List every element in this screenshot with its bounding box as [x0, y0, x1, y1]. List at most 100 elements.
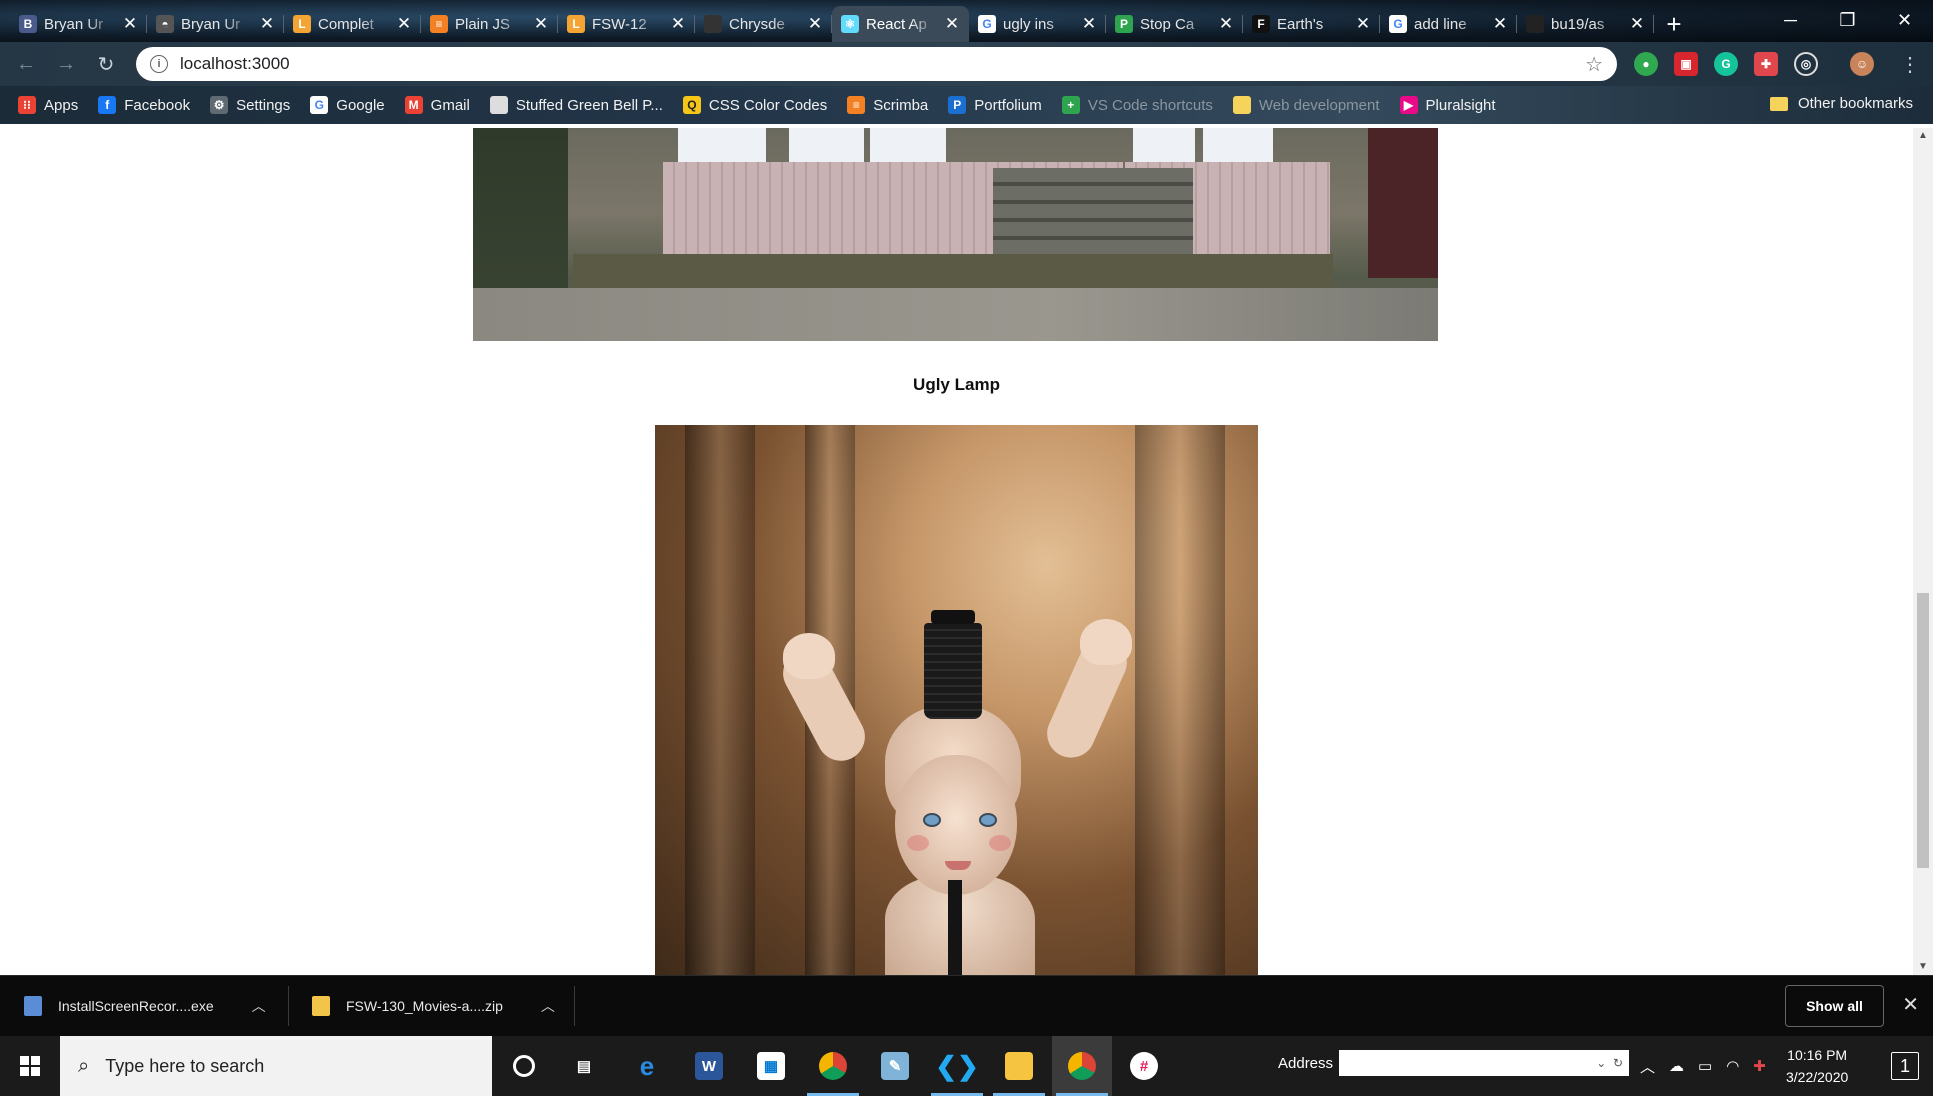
- taskbar-paint[interactable]: ✎: [865, 1036, 925, 1096]
- battery-icon[interactable]: ▭: [1698, 1057, 1712, 1075]
- other-bookmarks[interactable]: Other bookmarks: [1769, 95, 1913, 112]
- close-tab-icon[interactable]: ✕: [1218, 14, 1234, 34]
- start-button[interactable]: [0, 1036, 60, 1096]
- gear-icon: ⚙: [210, 96, 229, 114]
- browser-menu-icon[interactable]: ⋮: [1890, 52, 1930, 77]
- close-tab-icon[interactable]: ✕: [1492, 14, 1508, 34]
- task-view-button[interactable]: ▤: [554, 1036, 614, 1096]
- taskbar-chrome-profile[interactable]: [1052, 1036, 1112, 1096]
- tab-item[interactable]: Chrysde ✕: [695, 6, 832, 42]
- extension-red-icon[interactable]: ▣: [1674, 52, 1698, 76]
- page-scrollbar[interactable]: ▲ ▼: [1913, 128, 1933, 975]
- tab-item[interactable]: L FSW-12 ✕: [558, 6, 695, 42]
- minimize-icon[interactable]: ─: [1762, 0, 1819, 40]
- taskbar-vscode[interactable]: ❮❯: [927, 1036, 987, 1096]
- tab-item[interactable]: bu19/as ✕: [1517, 6, 1654, 42]
- bookmark-item[interactable]: ⚙ Settings: [210, 96, 290, 114]
- close-tab-icon[interactable]: ✕: [533, 14, 549, 34]
- close-tab-icon[interactable]: ✕: [944, 14, 960, 34]
- taskbar-word[interactable]: W: [679, 1036, 739, 1096]
- taskbar-edge[interactable]: e: [617, 1036, 677, 1096]
- bookmark-item[interactable]: f Facebook: [98, 96, 190, 114]
- bookmark-item[interactable]: P Portfolium: [948, 96, 1042, 114]
- close-tab-icon[interactable]: ✕: [396, 14, 412, 34]
- taskbar-clock[interactable]: 10:16 PM 3/22/2020: [1786, 1044, 1848, 1088]
- address-input[interactable]: ⌄ ↻: [1339, 1050, 1630, 1076]
- cortana-icon: [513, 1055, 535, 1077]
- new-tab-button[interactable]: +: [1654, 6, 1694, 42]
- site-info-icon[interactable]: i: [150, 55, 168, 73]
- clock-time: 10:16 PM: [1787, 1047, 1848, 1063]
- close-icon[interactable]: ✕: [1902, 992, 1919, 1017]
- bookmark-item[interactable]: Q CSS Color Codes: [682, 96, 827, 114]
- onedrive-icon[interactable]: ☁: [1669, 1057, 1684, 1075]
- bookmark-label: Facebook: [124, 96, 191, 114]
- restore-icon[interactable]: ❐: [1819, 0, 1876, 40]
- close-tab-icon[interactable]: ✕: [122, 14, 138, 34]
- close-tab-icon[interactable]: ✕: [1081, 14, 1097, 34]
- tab-item[interactable]: B Bryan Ur ✕: [10, 6, 147, 42]
- bookmark-item[interactable]: M Gmail: [404, 96, 470, 114]
- taskbar-slack[interactable]: #: [1114, 1036, 1174, 1096]
- tab-item[interactable]: Gadd line ✕: [1380, 6, 1517, 42]
- bookmark-item[interactable]: ≡ Scrimba: [847, 96, 928, 114]
- folder-icon: [1232, 96, 1251, 114]
- bookmark-star-icon[interactable]: ☆: [1585, 52, 1603, 77]
- taskbar-chrome[interactable]: [803, 1036, 863, 1096]
- chevron-up-icon[interactable]: ︿: [252, 996, 266, 1016]
- reload-button[interactable]: ↻: [86, 52, 126, 77]
- forward-button[interactable]: →: [46, 53, 86, 76]
- bookmark-label: Gmail: [430, 96, 470, 114]
- tab-item[interactable]: F Earth's ✕: [1243, 6, 1380, 42]
- taskbar-search[interactable]: ⌕ Type here to search: [60, 1036, 492, 1096]
- tab-item[interactable]: ⚛ React Ap ✕: [832, 6, 969, 42]
- close-tab-icon[interactable]: ✕: [259, 14, 275, 34]
- scroll-down-icon[interactable]: ▼: [1913, 959, 1933, 975]
- download-item[interactable]: InstallScreenRecor....exe ︿: [24, 976, 266, 1036]
- close-tab-icon[interactable]: ✕: [1355, 14, 1371, 34]
- extension-puzzle-icon[interactable]: ✚: [1754, 52, 1778, 76]
- chevron-up-icon[interactable]: ︿: [541, 996, 555, 1016]
- tab-strip: B Bryan Ur ✕ ◓ Bryan Ur ✕ L Complet ✕ ≡ Plain JS ✕ L…: [0, 0, 1933, 42]
- bookmark-item[interactable]: + VS Code shortcuts: [1061, 96, 1213, 114]
- profile-avatar[interactable]: ☺: [1850, 52, 1874, 76]
- store-icon: ▦: [757, 1052, 785, 1080]
- bookmark-item[interactable]: Web development: [1232, 96, 1380, 114]
- download-filename: InstallScreenRecor....exe: [58, 998, 214, 1014]
- bookmark-item[interactable]: ⁝⁝ Apps: [18, 96, 78, 114]
- bookmark-label: Settings: [236, 96, 291, 114]
- system-tray: ︿ ☁ ▭ ◠ ✚: [1640, 1036, 1766, 1096]
- close-window-icon[interactable]: ✕: [1876, 0, 1933, 40]
- address-bar[interactable]: i localhost:3000 ☆: [136, 47, 1617, 81]
- close-tab-icon[interactable]: ✕: [670, 14, 686, 34]
- taskbar-store[interactable]: ▦: [741, 1036, 801, 1096]
- scroll-up-icon[interactable]: ▲: [1913, 128, 1933, 144]
- app-tray-icon[interactable]: ✚: [1753, 1057, 1766, 1075]
- notification-center-icon[interactable]: 1: [1891, 1052, 1919, 1080]
- close-tab-icon[interactable]: ✕: [1629, 14, 1645, 34]
- p-icon: P: [1115, 15, 1133, 33]
- show-all-button[interactable]: Show all: [1785, 985, 1884, 1027]
- back-button[interactable]: ←: [6, 53, 46, 76]
- bookmark-label: Google: [336, 96, 385, 114]
- extension-target-icon[interactable]: ◎: [1794, 52, 1818, 76]
- tab-item[interactable]: ◓ Bryan Ur ✕: [147, 6, 284, 42]
- close-tab-icon[interactable]: ✕: [807, 14, 823, 34]
- cortana-button[interactable]: [494, 1036, 554, 1096]
- other-bookmarks-label: Other bookmarks: [1797, 95, 1913, 112]
- wifi-icon[interactable]: ◠: [1726, 1057, 1739, 1075]
- download-item[interactable]: FSW-130_Movies-a....zip ︿: [312, 976, 555, 1036]
- bookmark-item[interactable]: Stuffed Green Bell P...: [489, 96, 663, 114]
- extension-green-icon[interactable]: ●: [1634, 52, 1658, 76]
- extension-grammarly-icon[interactable]: G: [1714, 52, 1738, 76]
- bookmark-item[interactable]: ▶ Pluralsight: [1399, 96, 1496, 114]
- tab-item[interactable]: P Stop Ca ✕: [1106, 6, 1243, 42]
- url-text[interactable]: localhost:3000: [180, 54, 1585, 74]
- scrollbar-thumb[interactable]: [1917, 593, 1929, 868]
- bookmark-item[interactable]: G Google: [310, 96, 385, 114]
- chevron-up-icon[interactable]: ︿: [1640, 1056, 1655, 1077]
- taskbar-file-explorer[interactable]: [989, 1036, 1049, 1096]
- tab-item[interactable]: L Complet ✕: [284, 6, 421, 42]
- tab-item[interactable]: Gugly ins ✕: [969, 6, 1106, 42]
- tab-item[interactable]: ≡ Plain JS ✕: [421, 6, 558, 42]
